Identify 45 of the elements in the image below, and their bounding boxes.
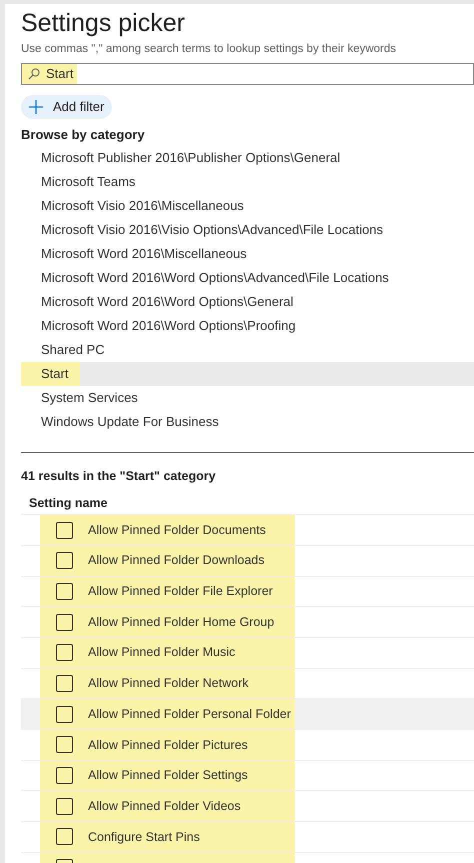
setting-name: Allow Pinned Folder Downloads	[88, 552, 264, 570]
column-header: Setting name	[28, 495, 108, 512]
plus-icon	[29, 100, 43, 114]
checkbox[interactable]	[56, 767, 73, 784]
checkbox[interactable]	[56, 582, 73, 600]
checkbox[interactable]	[56, 798, 73, 815]
category-item[interactable]: Microsoft Word 2016\Word Options\Proofing	[21, 314, 474, 338]
checkbox[interactable]	[56, 675, 73, 692]
setting-name: Allow Pinned Folder Videos	[88, 798, 241, 815]
setting-name: Allow Pinned Folder Network	[88, 675, 248, 692]
category-item[interactable]: Windows Update For Business	[21, 410, 474, 434]
category-item[interactable]: Microsoft Word 2016\Word Options\Advanced\File Locations	[21, 266, 474, 290]
setting-name: Allow Pinned Folder File Explorer	[88, 583, 273, 600]
search-icon	[28, 68, 40, 80]
checkbox[interactable]	[56, 552, 73, 570]
category-item[interactable]: Microsoft Publisher 2016\Publisher Options\General	[21, 146, 474, 170]
category-item[interactable]: Start	[21, 362, 474, 386]
setting-name: Allow Pinned Folder Personal Folder	[88, 706, 291, 723]
add-filter-button[interactable]: Add filter	[21, 95, 112, 119]
category-item[interactable]: System Services	[21, 386, 474, 410]
checkbox[interactable]	[56, 644, 73, 662]
checkbox[interactable]	[56, 828, 73, 846]
category-item[interactable]: Microsoft Visio 2016\Visio Options\Advanced\File Locations	[21, 218, 474, 242]
search-field[interactable]: Start	[21, 63, 474, 85]
category-item[interactable]: Shared PC	[21, 338, 474, 362]
setting-name: Allow Pinned Folder Music	[88, 644, 236, 662]
checkbox[interactable]	[56, 736, 73, 754]
setting-name: Allow Pinned Folder Settings	[88, 767, 248, 784]
category-item[interactable]: Microsoft Word 2016\Word Options\General	[21, 290, 474, 314]
setting-name: Allow Pinned Folder Pictures	[88, 736, 248, 754]
category-item[interactable]: Microsoft Visio 2016\Miscellaneous	[21, 194, 474, 218]
setting-name: Allow Pinned Folder Documents	[88, 522, 266, 539]
checkbox[interactable]	[56, 614, 73, 631]
setting-name: Configure Start Pins	[88, 828, 200, 846]
search-value: Start	[46, 65, 74, 84]
category-item[interactable]: Microsoft Teams	[21, 170, 474, 194]
browse-heading: Browse by category	[21, 126, 146, 144]
setting-row[interactable]: Allow Pinned Folder Personal Folder	[21, 699, 474, 730]
page-title: Settings picker	[21, 8, 186, 38]
category-item[interactable]: Microsoft Word 2016\Miscellaneous	[21, 242, 474, 266]
subtitle: Use commas "," among search terms to lookup settings by their keywords	[21, 42, 398, 57]
checkbox[interactable]	[56, 522, 73, 539]
checkbox[interactable]	[56, 706, 73, 723]
setting-name: Allow Pinned Folder Home Group	[88, 614, 274, 631]
results-summary: 41 results in the "Start" category	[21, 468, 217, 485]
